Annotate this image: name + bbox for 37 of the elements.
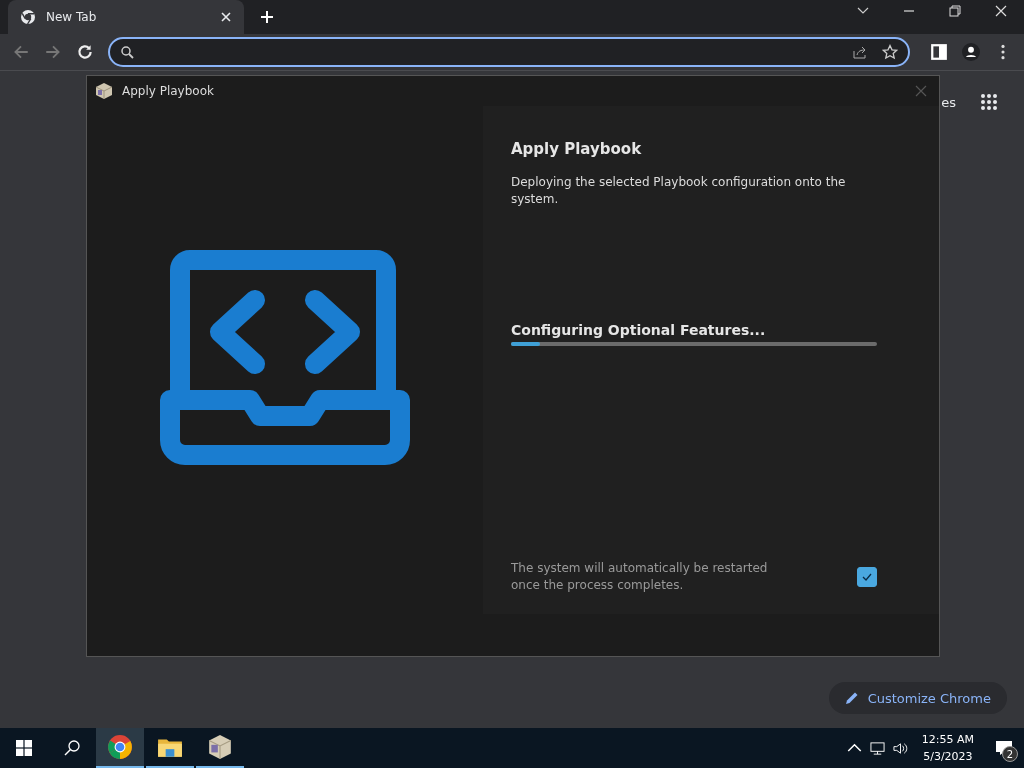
- restart-note: The system will automatically be restarted once the process completes.: [511, 560, 769, 594]
- volume-icon[interactable]: [892, 740, 908, 756]
- taskbar-clock[interactable]: 12:55 AM 5/3/2023: [921, 731, 974, 765]
- search-icon: [120, 45, 134, 59]
- box-icon: [207, 734, 233, 760]
- windows-start-icon[interactable]: [16, 740, 32, 756]
- chrome-icon: [20, 9, 36, 25]
- share-icon[interactable]: [852, 44, 868, 60]
- action-center-button[interactable]: 2: [984, 728, 1024, 768]
- search-icon[interactable]: [64, 740, 80, 756]
- clock-date: 5/3/2023: [923, 749, 973, 765]
- checkmark-icon: [861, 571, 873, 583]
- shortcut-link[interactable]: es: [941, 94, 956, 110]
- customize-chrome-button[interactable]: Customize Chrome: [828, 682, 1007, 714]
- restart-checkbox[interactable]: [857, 567, 877, 587]
- side-panel-icon[interactable]: [930, 43, 948, 61]
- notification-count: 2: [1002, 746, 1018, 762]
- description-text: Deploying the selected Playbook configuration onto the system.: [511, 174, 847, 208]
- restore-icon[interactable]: [949, 5, 961, 17]
- browser-tab[interactable]: New Tab: [8, 0, 244, 34]
- reload-icon[interactable]: [76, 43, 94, 61]
- dialog-heading: Apply Playbook: [511, 140, 643, 158]
- apps-grid-icon[interactable]: [980, 93, 998, 111]
- profile-icon[interactable]: [962, 43, 980, 61]
- box-icon: [95, 82, 113, 100]
- star-icon[interactable]: [882, 44, 898, 60]
- clock-time: 12:55 AM: [921, 732, 974, 748]
- back-icon[interactable]: [12, 43, 30, 61]
- pencil-icon: [844, 691, 859, 705]
- address-bar[interactable]: [108, 37, 910, 67]
- window-title: Apply Playbook: [122, 84, 214, 98]
- chrome-icon: [107, 734, 133, 760]
- new-tab-icon[interactable]: [260, 10, 274, 24]
- forward-icon[interactable]: [44, 43, 62, 61]
- network-icon[interactable]: [869, 740, 885, 756]
- progress-label: Configuring Optional Features...: [511, 322, 767, 338]
- taskbar-app[interactable]: [96, 728, 144, 768]
